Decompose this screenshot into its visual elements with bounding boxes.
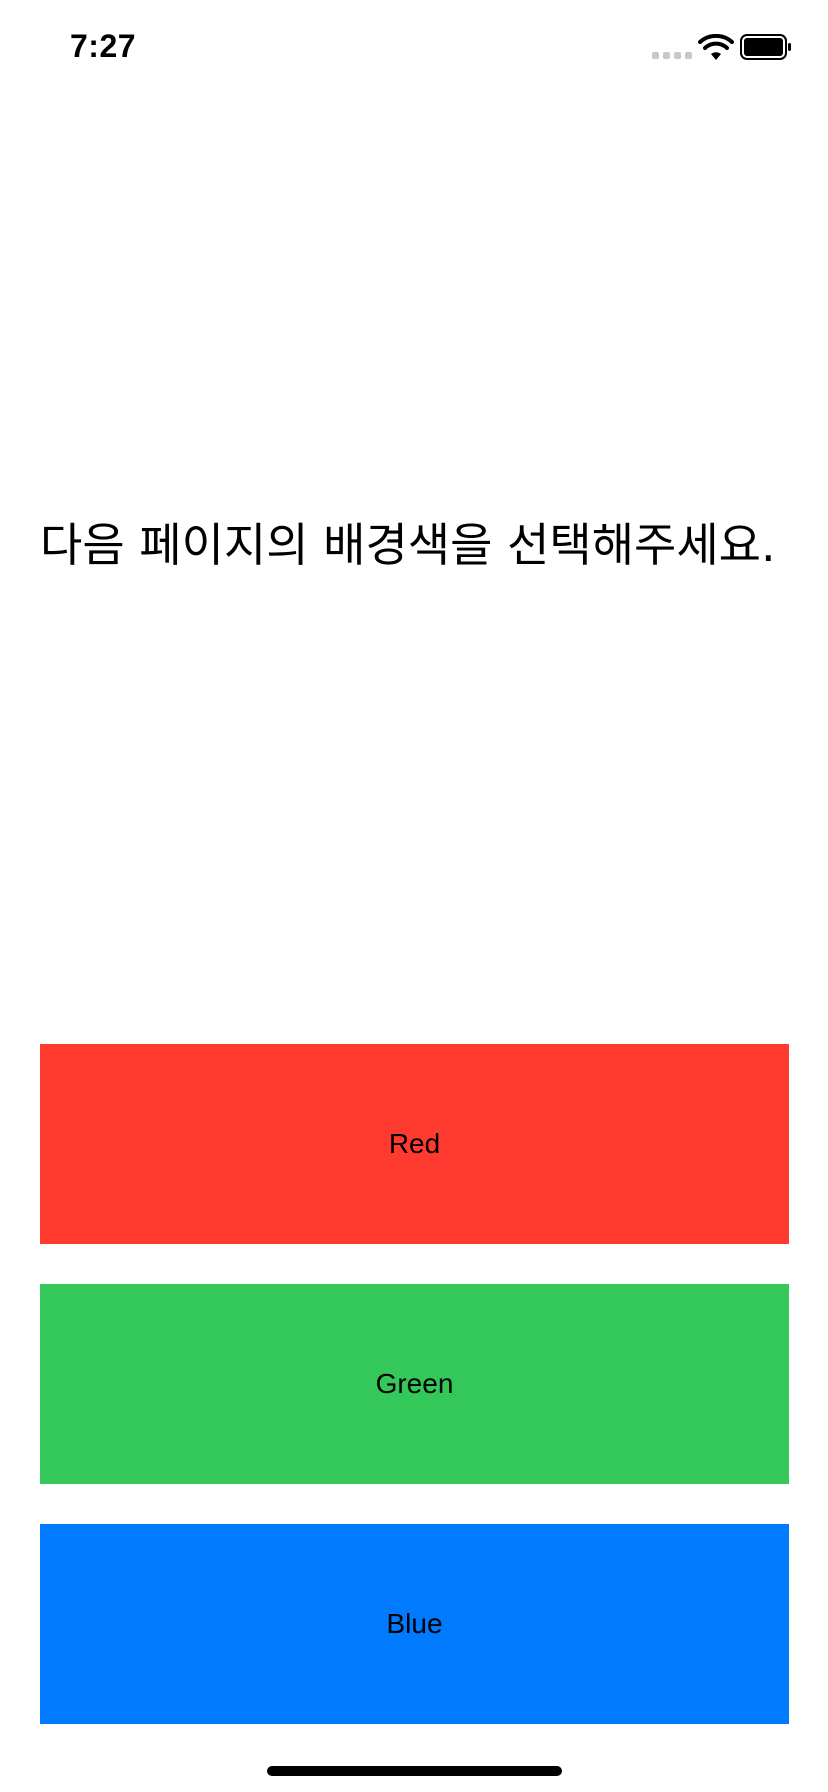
green-button[interactable]: Green	[40, 1284, 789, 1484]
blue-button[interactable]: Blue	[40, 1524, 789, 1724]
wifi-icon	[698, 34, 734, 60]
status-time: 7:27	[70, 28, 137, 64]
cellular-signal-icon	[652, 52, 692, 59]
red-button[interactable]: Red	[40, 1044, 789, 1244]
home-indicator[interactable]	[267, 1766, 562, 1776]
screen: 7:27 다음 페이지의 배경색을 선택해주세요. Red Green Blue	[0, 0, 828, 1792]
green-button-label: Green	[375, 1368, 454, 1399]
blue-button-label: Blue	[386, 1608, 443, 1639]
red-button-label: Red	[388, 1128, 441, 1159]
instruction-text: 다음 페이지의 배경색을 선택해주세요.	[40, 518, 776, 572]
battery-icon	[740, 34, 791, 60]
status-bar: 7:27	[0, 0, 828, 100]
